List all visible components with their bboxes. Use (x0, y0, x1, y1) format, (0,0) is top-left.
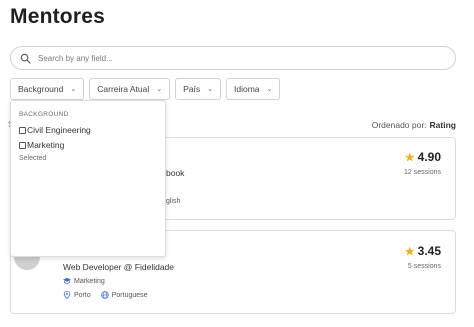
graduation-cap-icon (63, 277, 71, 284)
filter-bar: Background ⌄ Carreira Atual ⌄ País ⌄ Idi… (10, 78, 281, 100)
filter-label: Carreira Atual (97, 84, 150, 94)
filter-pais[interactable]: País ⌄ (175, 78, 221, 100)
option-label: Marketing (27, 140, 65, 150)
chevron-down-icon: ⌄ (156, 86, 163, 93)
filter-carreira-atual[interactable]: Carreira Atual ⌄ (89, 78, 171, 100)
location-label: Porto (74, 291, 91, 299)
location-pin-icon (63, 291, 71, 299)
mentor-job: Web Developer @ Fidelidade (63, 262, 175, 272)
filter-label: País (183, 84, 201, 94)
chevron-down-icon: ⌄ (70, 86, 77, 93)
language-label: Portuguese (111, 291, 148, 299)
mentor-sessions: 12 sessions (404, 169, 441, 176)
dropdown-header: BACKGROUND (19, 111, 69, 118)
option-civil-engineering[interactable]: Civil Engineering (19, 125, 157, 135)
search-icon (20, 53, 31, 64)
rating-value: 4.90 (417, 150, 441, 164)
mentor-rating: ★ 4.90 (405, 150, 441, 164)
background-filter-dropdown: BACKGROUND Civil Engineering Marketing S… (10, 100, 166, 257)
mentor-sessions: 5 sessions (407, 263, 441, 270)
globe-icon (100, 291, 109, 299)
chevron-down-icon: ⌄ (207, 86, 213, 93)
background-label: Marketing (74, 277, 105, 285)
mentor-rating: ★ 3.45 (405, 244, 441, 258)
page-title: Mentores (10, 5, 105, 28)
chevron-down-icon: ⌄ (266, 86, 273, 93)
sort-control[interactable]: Ordenado por: Rating (372, 120, 456, 130)
mentor-language: glish (166, 198, 181, 205)
mentor-background: Marketing (63, 277, 105, 285)
filter-label: Background (18, 84, 64, 94)
option-marketing[interactable]: Marketing (19, 140, 157, 150)
search-bar[interactable] (10, 46, 456, 70)
rating-value: 3.45 (417, 244, 441, 258)
filter-idioma[interactable]: Idioma ⌄ (225, 78, 281, 100)
star-icon: ★ (404, 245, 415, 258)
mentor-job: book (166, 168, 185, 178)
checkbox[interactable] (19, 141, 26, 149)
search-input[interactable] (38, 53, 418, 63)
filter-label: Idioma (233, 84, 260, 94)
selected-section-label: Selected (19, 155, 47, 162)
sort-label: Ordenado por: (371, 120, 427, 130)
filter-background[interactable]: Background ⌄ (10, 78, 85, 100)
checkbox[interactable] (19, 126, 26, 134)
mentor-location: Porto Portuguese (63, 291, 148, 299)
mentor-language: Portuguese (100, 291, 148, 299)
sort-value: Rating (429, 120, 456, 130)
star-icon: ★ (404, 151, 415, 164)
option-label: Civil Engineering (27, 125, 91, 135)
